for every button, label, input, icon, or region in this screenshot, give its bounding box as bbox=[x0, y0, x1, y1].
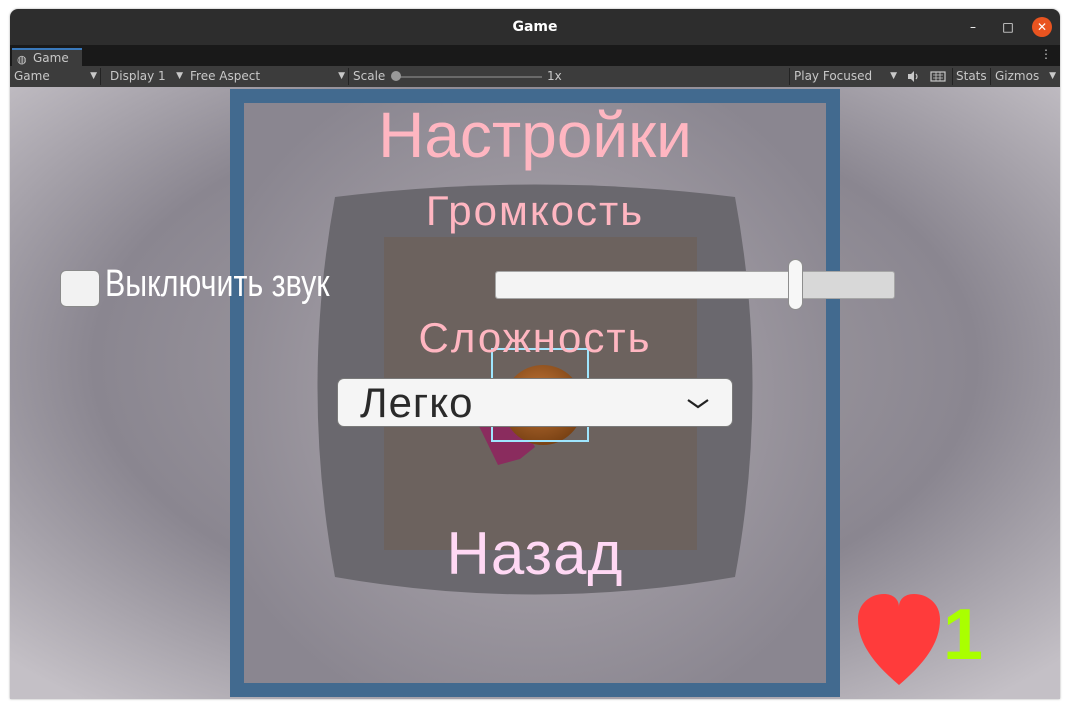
keyboard-svg bbox=[930, 71, 946, 82]
tab-game[interactable]: ◍ Game bbox=[12, 48, 82, 66]
audio-icon[interactable] bbox=[903, 66, 923, 87]
tab-label: Game bbox=[33, 51, 69, 65]
minimize-icon[interactable]: – bbox=[963, 17, 983, 37]
close-icon[interactable]: ✕ bbox=[1032, 17, 1052, 37]
chevron-down-icon: ▼ bbox=[176, 71, 183, 81]
display-dropdown[interactable]: Display 1 ▼ bbox=[106, 66, 186, 87]
chevron-down-icon bbox=[687, 399, 709, 409]
game-toolbar: Game ▼ Display 1 ▼ Free Aspect ▼ Scale 1… bbox=[10, 66, 1060, 87]
window-title: Game bbox=[512, 19, 558, 35]
gizmos-button[interactable]: Gizmos bbox=[995, 66, 1039, 87]
play-mode-dropdown[interactable]: Play Focused ▼ bbox=[790, 66, 900, 87]
lives-count: 1 bbox=[943, 595, 984, 675]
chevron-down-icon: ▼ bbox=[1049, 71, 1056, 81]
audio-svg bbox=[908, 71, 918, 82]
divider bbox=[348, 68, 349, 85]
volume-slider-fill bbox=[496, 272, 795, 298]
volume-slider-handle[interactable] bbox=[788, 259, 803, 310]
gizmos-menu-arrow[interactable]: ▼ bbox=[1045, 66, 1059, 87]
display-label: Display 1 bbox=[110, 69, 166, 83]
keyboard-icon[interactable] bbox=[928, 66, 948, 87]
unity-game-window: Game – □ ✕ ◍ Game ⋮ Game ▼ Display 1 ▼ F… bbox=[10, 9, 1060, 699]
stats-button[interactable]: Stats bbox=[956, 66, 987, 87]
mode-dropdown[interactable]: Game ▼ bbox=[10, 66, 100, 87]
chevron-down-icon: ▼ bbox=[338, 71, 345, 81]
chevron-down-icon: ▼ bbox=[90, 71, 97, 81]
play-mode-label: Play Focused bbox=[794, 69, 873, 83]
back-button[interactable]: Назад bbox=[230, 520, 840, 588]
mute-toggle-label[interactable]: Выключить звук bbox=[105, 261, 330, 307]
aspect-label: Free Aspect bbox=[190, 69, 261, 83]
kebab-menu-icon[interactable]: ⋮ bbox=[1040, 47, 1052, 61]
divider bbox=[952, 68, 953, 85]
aspect-dropdown[interactable]: Free Aspect ▼ bbox=[186, 66, 348, 87]
title-bar: Game – □ ✕ bbox=[10, 9, 1060, 45]
maximize-icon[interactable]: □ bbox=[998, 17, 1018, 37]
game-viewport: Настройки Громкость Выключить звук Сложн… bbox=[10, 87, 1060, 699]
divider bbox=[990, 68, 991, 85]
scale-value: 1x bbox=[547, 69, 562, 83]
gamepad-icon: ◍ bbox=[17, 53, 27, 66]
settings-title: Настройки bbox=[378, 99, 692, 171]
tab-bar: ◍ Game ⋮ bbox=[10, 45, 1060, 66]
difficulty-label: Сложность bbox=[418, 314, 652, 361]
difficulty-dropdown[interactable]: Легко bbox=[337, 378, 733, 427]
scale-slider-thumb[interactable] bbox=[391, 71, 401, 81]
scale-label: Scale bbox=[353, 69, 386, 83]
mute-checkbox[interactable] bbox=[60, 270, 100, 307]
volume-label: Громкость bbox=[425, 187, 645, 234]
mode-label: Game bbox=[14, 69, 50, 83]
divider bbox=[100, 68, 101, 85]
difficulty-selected: Легко bbox=[360, 379, 474, 426]
chevron-down-icon: ▼ bbox=[890, 71, 897, 81]
scale-slider-track[interactable] bbox=[392, 76, 542, 78]
